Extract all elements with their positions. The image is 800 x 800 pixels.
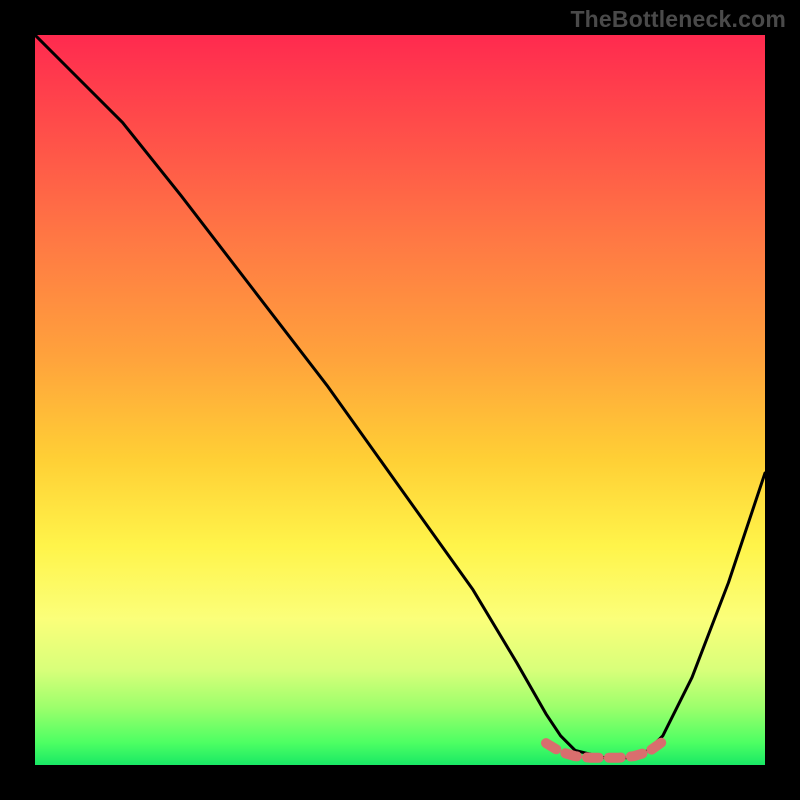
- watermark-text: TheBottleneck.com: [570, 6, 786, 33]
- bottleneck-curve: [35, 35, 765, 758]
- marker-path: [546, 742, 663, 758]
- curve-path: [35, 35, 765, 758]
- optimal-range-marker: [546, 742, 663, 758]
- chart-svg: [35, 35, 765, 765]
- chart-frame: [35, 35, 765, 765]
